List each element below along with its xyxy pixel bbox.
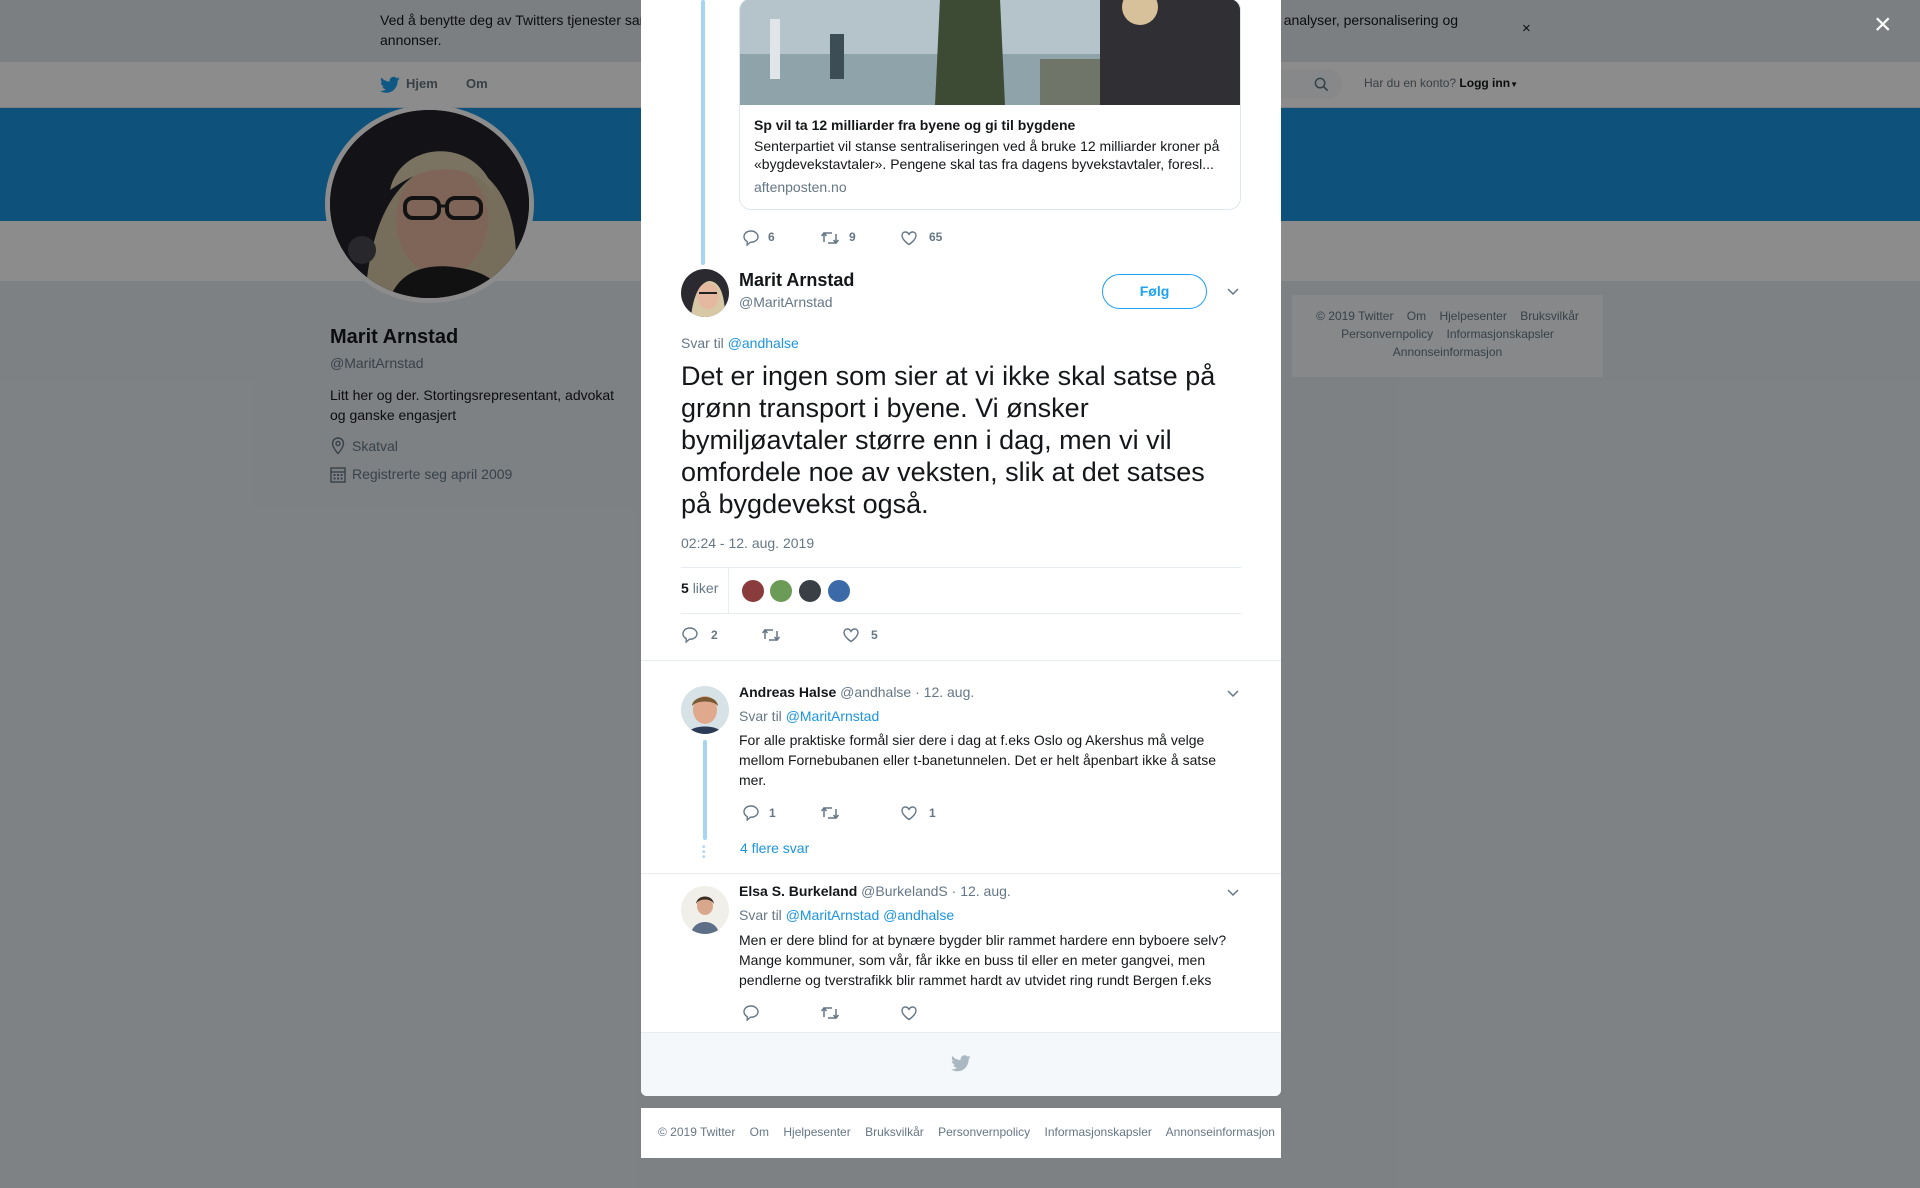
reply-author-handle[interactable]: @BurkelandS — [861, 883, 948, 899]
reply-icon[interactable] — [742, 804, 760, 822]
chevron-down-icon[interactable] — [1226, 686, 1240, 700]
heart-icon[interactable] — [842, 626, 860, 644]
like-count: 1 — [929, 806, 936, 820]
footer-copyright: © 2019 Twitter — [658, 1125, 736, 1139]
reply-date[interactable]: · 12. aug. — [915, 684, 974, 700]
likes-label: liker — [692, 580, 719, 596]
likes-summary[interactable]: 5 liker — [681, 580, 718, 596]
reply-to-link[interactable]: @MaritArnstad — [786, 708, 880, 724]
footer-terms[interactable]: Bruksvilkår — [865, 1125, 924, 1139]
author-name[interactable]: Marit Arnstad — [739, 270, 854, 291]
close-icon[interactable]: × — [1874, 10, 1898, 40]
thread-dots: • • • — [702, 842, 706, 863]
reply-context: Svar til @MaritArnstad @andhalse — [739, 907, 954, 923]
liker-avatar[interactable] — [827, 579, 851, 603]
link-card[interactable]: Sp vil ta 12 milliarder fra byene og gi … — [739, 0, 1241, 210]
retweet-icon[interactable] — [761, 626, 781, 644]
reply-text: Men er dere blind for at bynære bygder b… — [739, 932, 1227, 988]
likes-count: 5 — [681, 580, 689, 596]
modal-bottom-bar — [641, 1032, 1281, 1096]
reply-count: 1 — [769, 806, 776, 820]
follow-button[interactable]: Følg — [1102, 274, 1207, 309]
reply-avatar[interactable] — [681, 886, 729, 934]
card-description: Senterpartiet vil stanse sentraliseringe… — [754, 138, 1220, 172]
footer-privacy[interactable]: Personvernpolicy — [938, 1125, 1030, 1139]
liker-avatar[interactable] — [798, 579, 822, 603]
reply-context: Svar til @andhalse — [681, 335, 799, 351]
divider — [681, 567, 1241, 568]
reply-icon[interactable] — [742, 1004, 760, 1022]
footer-help[interactable]: Hjelpesenter — [783, 1125, 850, 1139]
liker-avatar[interactable] — [769, 579, 793, 603]
divider — [681, 613, 1241, 614]
reply-text: For alle praktiske formål sier dere i da… — [739, 732, 1217, 788]
like-count: 65 — [929, 230, 943, 244]
heart-icon[interactable] — [900, 1004, 918, 1022]
reply-date[interactable]: · 12. aug. — [952, 883, 1011, 899]
reply-prefix: Svar til — [739, 907, 782, 923]
heart-icon[interactable] — [900, 804, 918, 822]
heart-icon[interactable] — [900, 229, 918, 247]
retweet-icon[interactable] — [820, 804, 840, 822]
reply-author-name[interactable]: Elsa S. Burkeland — [739, 883, 857, 899]
reply-icon[interactable] — [681, 626, 699, 644]
reply-header: Andreas Halse @andhalse · 12. aug. — [739, 684, 974, 700]
author-handle[interactable]: @MaritArnstad — [739, 294, 833, 310]
twitter-bird-icon — [951, 1055, 971, 1072]
reply-count: 6 — [768, 230, 775, 244]
reply-icon[interactable] — [742, 229, 760, 247]
divider — [641, 660, 1281, 661]
footer-cookies[interactable]: Informasjonskapsler — [1045, 1125, 1152, 1139]
reply-prefix: Svar til — [681, 335, 724, 351]
retweet-icon[interactable] — [820, 1004, 840, 1022]
modal-footer: © 2019 Twitter Om Hjelpesenter Bruksvilk… — [641, 1108, 1281, 1158]
reply-to-link[interactable]: @MaritArnstad — [786, 907, 880, 923]
thread-line — [703, 740, 707, 840]
footer-ads-info[interactable]: Annonseinformasjon — [1166, 1125, 1275, 1139]
reply-author-handle[interactable]: @andhalse — [840, 684, 911, 700]
reply-header: Elsa S. Burkeland @BurkelandS · 12. aug. — [739, 883, 1011, 899]
retweet-icon[interactable] — [820, 229, 840, 247]
chevron-down-icon[interactable] — [1226, 885, 1240, 899]
reply-prefix: Svar til — [739, 708, 782, 724]
like-count: 5 — [871, 628, 878, 642]
liker-avatar[interactable] — [741, 579, 765, 603]
card-domain: aftenposten.no — [754, 179, 847, 195]
reply-author-name[interactable]: Andreas Halse — [739, 684, 836, 700]
reply-to-link[interactable]: @andhalse — [883, 907, 954, 923]
more-replies-link[interactable]: 4 flere svar — [740, 840, 809, 856]
divider — [641, 873, 1281, 874]
reply-avatar[interactable] — [681, 686, 729, 734]
tweet-timestamp[interactable]: 02:24 - 12. aug. 2019 — [681, 535, 814, 551]
tweet-modal: Sp vil ta 12 milliarder fra byene og gi … — [641, 0, 1281, 1096]
reply-to-link[interactable]: @andhalse — [728, 335, 799, 351]
chevron-down-icon[interactable] — [1226, 284, 1240, 298]
retweet-count: 9 — [849, 230, 856, 244]
author-avatar[interactable] — [681, 269, 729, 317]
reply-count: 2 — [711, 628, 718, 642]
footer-about[interactable]: Om — [750, 1125, 769, 1139]
card-title: Sp vil ta 12 milliarder fra byene og gi … — [754, 117, 1076, 133]
tweet-text: Det er ingen som sier at vi ikke skal sa… — [681, 361, 1216, 519]
thread-line — [701, 0, 705, 265]
divider — [728, 567, 729, 613]
reply-context: Svar til @MaritArnstad — [739, 708, 879, 724]
card-image — [740, 0, 1240, 105]
